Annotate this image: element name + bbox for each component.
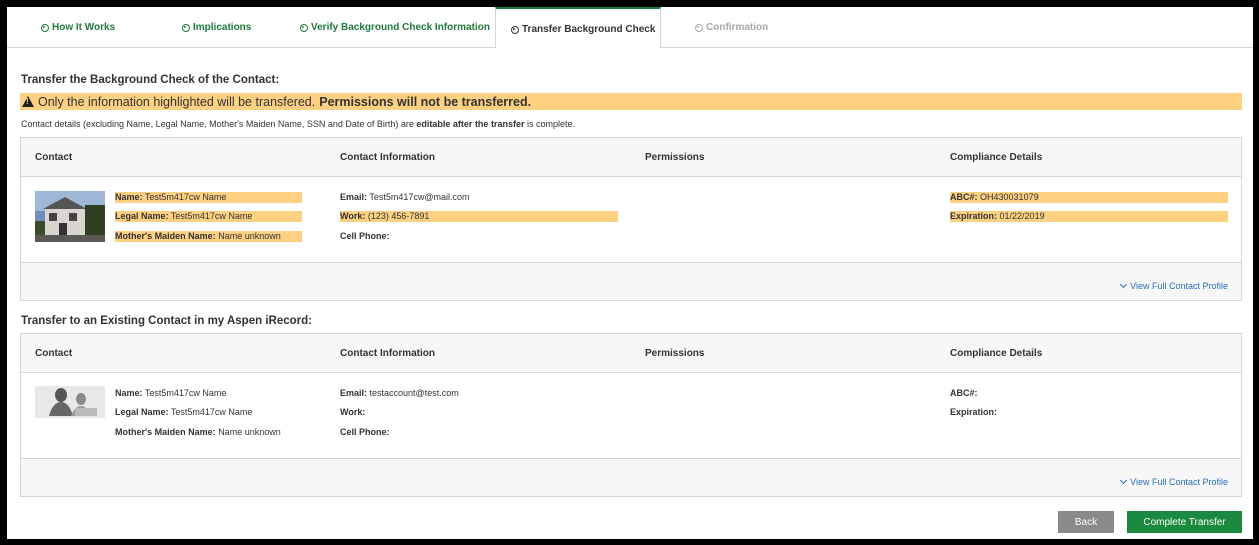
field-label: Work: bbox=[340, 407, 366, 417]
panel-header: Contact Contact Information Permissions … bbox=[21, 138, 1241, 177]
note-text-end: is complete. bbox=[526, 119, 575, 129]
tab-label: Verify Background Check Information bbox=[311, 22, 490, 33]
field-label: ABC#: bbox=[950, 388, 978, 398]
back-button[interactable]: Back bbox=[1058, 511, 1114, 533]
column-header-compliance: Compliance Details bbox=[950, 348, 1043, 359]
field-label: Cell Phone: bbox=[340, 231, 390, 241]
target-email-field: Email: testaccount@test.com bbox=[340, 388, 459, 399]
field-label: Expiration: bbox=[950, 211, 998, 221]
link-label: View Full Contact Profile bbox=[1130, 477, 1228, 487]
view-full-contact-profile-link[interactable]: View Full Contact Profile bbox=[1120, 476, 1228, 487]
column-header-contact-information: Contact Information bbox=[340, 152, 435, 163]
target-name-field: Name: Test5m417cw Name bbox=[115, 388, 226, 399]
complete-transfer-button[interactable]: Complete Transfer bbox=[1127, 511, 1242, 533]
target-legal-name-field: Legal Name: Test5m417cw Name bbox=[115, 407, 252, 418]
field-label: Email: bbox=[340, 192, 368, 202]
target-abc-field: ABC#: bbox=[950, 388, 978, 399]
source-work-phone-field: Work: (123) 456-7891 bbox=[340, 211, 618, 222]
section-title-transfer-from: Transfer the Background Check of the Con… bbox=[21, 74, 280, 86]
target-expiration-field: Expiration: bbox=[950, 407, 997, 418]
tab-transfer-background-check[interactable]: Transfer Background Check bbox=[495, 7, 661, 49]
warning-icon bbox=[22, 96, 34, 107]
source-legal-name-field: Legal Name: Test5m417cw Name bbox=[115, 211, 302, 222]
tab-verify-background-check[interactable]: Verify Background Check Information bbox=[300, 7, 490, 48]
field-value: OH430031079 bbox=[980, 192, 1039, 202]
arrow-circle-icon bbox=[182, 23, 190, 32]
source-abc-field: ABC#: OH430031079 bbox=[950, 192, 1228, 203]
source-name-field: Name: Test5m417cw Name bbox=[115, 192, 302, 203]
source-expiration-field: Expiration: 01/22/2019 bbox=[950, 211, 1228, 222]
field-label: Expiration: bbox=[950, 407, 998, 417]
field-value: Name unknown bbox=[218, 427, 281, 437]
tab-implications[interactable]: Implications bbox=[182, 7, 251, 48]
arrow-circle-icon bbox=[695, 23, 703, 32]
transfer-note: Contact details (excluding Name, Legal N… bbox=[21, 119, 575, 129]
chevron-down-icon bbox=[1120, 280, 1128, 289]
arrow-circle-icon bbox=[300, 23, 308, 32]
warning-banner: Only the information highlighted will be… bbox=[20, 93, 1242, 110]
column-header-permissions: Permissions bbox=[645, 152, 705, 163]
field-value: Test5m417cw Name bbox=[170, 407, 253, 417]
field-label: Name: bbox=[115, 388, 143, 398]
target-maiden-name-field: Mother's Maiden Name: Name unknown bbox=[115, 427, 281, 438]
field-label: Mother's Maiden Name: bbox=[115, 427, 216, 437]
section-title-transfer-to: Transfer to an Existing Contact in my As… bbox=[21, 315, 312, 327]
column-header-contact: Contact bbox=[35, 152, 73, 163]
contact-photo-house bbox=[35, 191, 105, 242]
target-cell-phone-field: Cell Phone: bbox=[340, 427, 390, 438]
field-value: Test5m417cw Name bbox=[144, 192, 227, 202]
field-label: Legal Name: bbox=[115, 407, 169, 417]
note-bold-text: editable after the transfer bbox=[416, 119, 525, 129]
field-label: Mother's Maiden Name: bbox=[115, 231, 216, 241]
wizard-tabs: How It Works Implications Verify Backgro… bbox=[7, 7, 1253, 49]
field-value: Name unknown bbox=[218, 231, 281, 241]
field-label: Legal Name: bbox=[115, 211, 169, 221]
column-header-contact-information: Contact Information bbox=[340, 348, 435, 359]
panel-footer: View Full Contact Profile bbox=[21, 262, 1241, 300]
tab-how-it-works[interactable]: How It Works bbox=[41, 7, 115, 48]
arrow-circle-icon bbox=[511, 25, 519, 34]
source-cell-phone-field: Cell Phone: bbox=[340, 231, 390, 242]
column-header-permissions: Permissions bbox=[645, 348, 705, 359]
field-value: testaccount@test.com bbox=[369, 388, 459, 398]
chevron-down-icon bbox=[1120, 476, 1128, 485]
field-value: Test5m417cw Name bbox=[170, 211, 253, 221]
field-label: ABC#: bbox=[950, 192, 978, 202]
tab-label: Transfer Background Check bbox=[522, 24, 656, 35]
panel-footer: View Full Contact Profile bbox=[21, 458, 1241, 496]
wizard-frame: How It Works Implications Verify Backgro… bbox=[7, 7, 1253, 539]
field-value: Test5m417cw Name bbox=[144, 388, 227, 398]
field-value: Test5m417cw@mail.com bbox=[369, 192, 470, 202]
field-label: Email: bbox=[340, 388, 368, 398]
source-email-field: Email: Test5m417cw@mail.com bbox=[340, 192, 470, 203]
contact-photo-people bbox=[35, 386, 105, 418]
source-maiden-name-field: Mother's Maiden Name: Name unknown bbox=[115, 231, 302, 242]
field-value: 01/22/2019 bbox=[999, 211, 1045, 221]
link-label: View Full Contact Profile bbox=[1130, 281, 1228, 291]
tab-label: Implications bbox=[193, 22, 252, 33]
field-label: Cell Phone: bbox=[340, 427, 390, 437]
target-work-phone-field: Work: bbox=[340, 407, 365, 418]
warning-bold-text: Permissions will not be transferred. bbox=[319, 94, 532, 109]
warning-text: Only the information highlighted will be… bbox=[38, 94, 316, 109]
tab-confirmation: Confirmation bbox=[695, 7, 768, 48]
tab-label: Confirmation bbox=[706, 22, 769, 33]
arrow-circle-icon bbox=[41, 23, 49, 32]
source-contact-panel: Contact Contact Information Permissions … bbox=[20, 137, 1242, 301]
field-value: (123) 456-7891 bbox=[367, 211, 430, 221]
column-header-compliance: Compliance Details bbox=[950, 152, 1043, 163]
tab-label: How It Works bbox=[52, 22, 116, 33]
column-header-contact: Contact bbox=[35, 348, 73, 359]
view-full-contact-profile-link[interactable]: View Full Contact Profile bbox=[1120, 280, 1228, 291]
panel-header: Contact Contact Information Permissions … bbox=[21, 334, 1241, 373]
target-contact-panel: Contact Contact Information Permissions … bbox=[20, 333, 1242, 497]
field-label: Work: bbox=[340, 211, 366, 221]
note-text: Contact details (excluding Name, Legal N… bbox=[21, 119, 414, 129]
field-label: Name: bbox=[115, 192, 143, 202]
